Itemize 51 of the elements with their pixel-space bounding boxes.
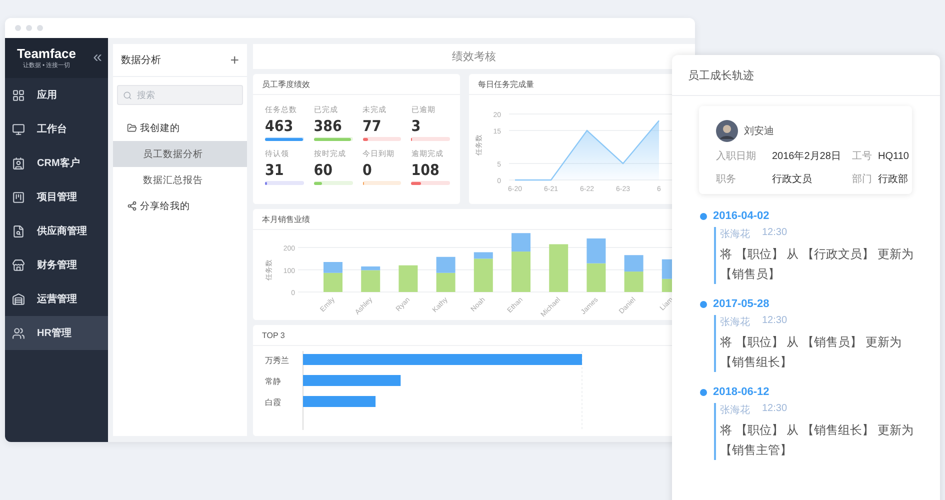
- field-value: HQ110: [878, 150, 910, 162]
- tree-item[interactable]: 员工数据分析: [113, 141, 247, 167]
- field-label: 工号: [852, 150, 873, 163]
- field-value: 2016年2月28日: [772, 150, 842, 163]
- nav-item[interactable]: HR管理: [5, 316, 108, 350]
- page-title: 绩效考核: [253, 44, 695, 69]
- search-field[interactable]: 搜索: [117, 85, 243, 105]
- field-label: 入职日期: [716, 150, 757, 163]
- nav-item[interactable]: CRM客户: [5, 146, 108, 180]
- event-author: 张海花: [720, 316, 750, 329]
- stat-value: 386: [314, 117, 343, 135]
- logo-text: Teamface: [17, 46, 76, 61]
- event-text: 将 【职位】 从 【行政文员】 更新为【销售员】: [720, 246, 914, 283]
- employee-name: 刘安迪: [744, 124, 774, 138]
- panel-title: 数据分析: [121, 54, 161, 67]
- card-title: 员工季度绩效: [253, 74, 460, 95]
- field-label: 部门: [852, 172, 873, 186]
- event-date: 2018-06-12: [713, 386, 770, 398]
- axis-tick-label: 白霞: [265, 398, 281, 407]
- tree-item[interactable]: 我创建的: [113, 115, 247, 141]
- event-author: 张海花: [720, 228, 750, 241]
- tree-item[interactable]: 数据汇总报告: [113, 167, 247, 193]
- axis-tick-label: 万秀兰: [265, 356, 289, 365]
- event-text: 将 【职位】 从 【销售组长】 更新为【销售主管】: [720, 422, 914, 459]
- nav-item[interactable]: 项目管理: [5, 180, 108, 214]
- nav-item[interactable]: 运营管理: [5, 282, 108, 316]
- field-value: 行政文员: [772, 172, 813, 186]
- stat-value: 77: [362, 117, 382, 135]
- event-time: 12:30: [762, 315, 788, 328]
- tree-item[interactable]: 分享给我的: [113, 193, 247, 219]
- stat-value: 60: [314, 161, 334, 179]
- stat-value: 108: [411, 161, 440, 179]
- field-label: 职务: [716, 173, 737, 186]
- collapse-button[interactable]: «: [93, 49, 102, 67]
- event-date: 2017-05-28: [713, 298, 770, 310]
- nav-item[interactable]: 应用: [5, 78, 108, 112]
- stat-value: 463: [265, 117, 294, 135]
- event-text: 将 【职位】 从 【销售员】 更新为【销售组长】: [720, 334, 902, 371]
- stat-value: 31: [265, 161, 285, 179]
- event-time: 12:30: [762, 227, 788, 240]
- stat-value: 3: [411, 117, 422, 135]
- stat-value: 0: [362, 161, 373, 179]
- event-author: 张海花: [720, 404, 750, 417]
- nav-item[interactable]: 供应商管理: [5, 214, 108, 248]
- add-button[interactable]: +: [230, 52, 239, 68]
- nav-item[interactable]: 工作台: [5, 112, 108, 146]
- nav-item[interactable]: 财务管理: [5, 248, 108, 282]
- event-date: 2016-04-02: [713, 210, 770, 222]
- axis-tick-label: 常静: [265, 377, 281, 386]
- event-time: 12:30: [762, 403, 788, 416]
- field-value: 行政部: [878, 172, 909, 186]
